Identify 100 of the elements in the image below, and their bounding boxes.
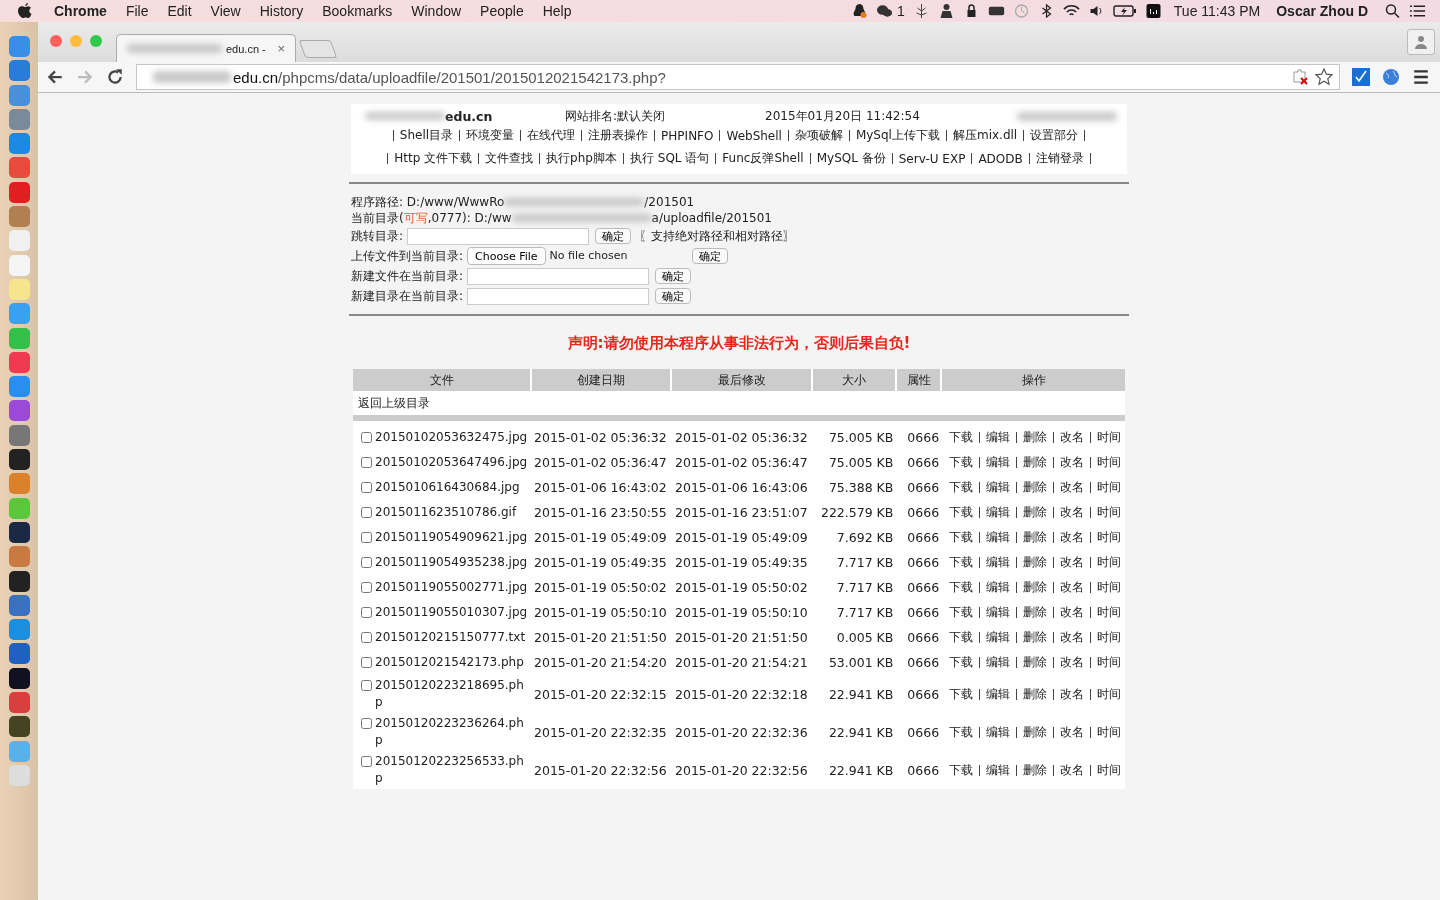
action-link[interactable]: 时间 <box>1097 761 1121 779</box>
action-link[interactable]: 删除 <box>1023 604 1047 621</box>
action-link[interactable]: 改名 <box>1060 429 1084 446</box>
browser-tab[interactable]: edu.cn - × <box>116 34 296 62</box>
nav-link[interactable]: 注册表操作 <box>588 127 649 144</box>
app-icon[interactable] <box>8 521 30 543</box>
action-link[interactable]: 改名 <box>1060 554 1084 571</box>
clock[interactable]: Tue 11:43 PM <box>1173 3 1261 19</box>
action-link[interactable]: 时间 <box>1097 654 1121 671</box>
action-link[interactable]: 编辑 <box>986 429 1010 446</box>
action-link[interactable]: 编辑 <box>986 579 1010 596</box>
action-link[interactable]: 删除 <box>1023 723 1047 741</box>
search-icon[interactable] <box>1384 3 1401 19</box>
nav-link[interactable]: 杂项破解 <box>794 127 843 144</box>
action-link[interactable]: 编辑 <box>986 761 1010 779</box>
nav-link[interactable]: MySQL 备份 <box>816 150 886 167</box>
action-link[interactable]: 时间 <box>1097 685 1121 703</box>
action-link[interactable]: 时间 <box>1097 629 1121 646</box>
action-link[interactable]: 删除 <box>1023 554 1047 571</box>
reload-icon[interactable] <box>106 68 124 86</box>
action-link[interactable]: 编辑 <box>986 685 1010 703</box>
penguin-icon[interactable] <box>851 3 868 19</box>
action-link[interactable]: 时间 <box>1097 604 1121 621</box>
action-link[interactable]: 编辑 <box>986 604 1010 621</box>
action-link[interactable]: 编辑 <box>986 454 1010 471</box>
address-bar[interactable]: edu.cn/phpcms/data/uploadfile/201501/2015012021542173.php? <box>136 64 1340 90</box>
action-link[interactable]: 时间 <box>1097 454 1121 471</box>
action-link[interactable]: 时间 <box>1097 554 1121 571</box>
app-icon[interactable] <box>8 667 30 689</box>
action-link[interactable]: 改名 <box>1060 529 1084 546</box>
row-checkbox[interactable] <box>361 582 372 593</box>
app-badge-icon[interactable] <box>1144 3 1162 19</box>
nav-link[interactable]: 注销登录 <box>1035 150 1084 167</box>
row-checkbox[interactable] <box>361 632 372 643</box>
apple-icon[interactable] <box>18 3 32 19</box>
action-link[interactable]: 下载 <box>949 629 973 646</box>
action-link[interactable]: 时间 <box>1097 479 1121 496</box>
row-checkbox[interactable] <box>361 557 372 568</box>
nav-link[interactable]: 文件查找 <box>485 150 534 167</box>
action-link[interactable]: 删除 <box>1023 454 1047 471</box>
action-link[interactable]: 改名 <box>1060 723 1084 741</box>
confirm-button[interactable]: 确定 <box>655 288 692 304</box>
action-link[interactable]: 下载 <box>949 761 973 779</box>
confirm-button[interactable]: 确定 <box>691 248 728 264</box>
nav-link[interactable]: PHPINFO <box>661 128 714 143</box>
action-link[interactable]: 改名 <box>1060 761 1084 779</box>
close-window-button[interactable] <box>50 35 62 47</box>
tab-close-button[interactable]: × <box>277 41 285 56</box>
action-link[interactable]: 改名 <box>1060 604 1084 621</box>
confirm-button[interactable]: 确定 <box>655 268 692 284</box>
battery-icon[interactable] <box>1112 3 1137 19</box>
chat-bubbles-icon[interactable] <box>876 3 893 19</box>
nav-link[interactable]: Shell目录 <box>399 127 454 144</box>
menu-item[interactable]: View <box>210 3 241 19</box>
row-checkbox[interactable] <box>361 482 372 493</box>
action-link[interactable]: 删除 <box>1023 685 1047 703</box>
row-checkbox[interactable] <box>361 756 372 767</box>
menu-item[interactable]: Help <box>542 3 572 19</box>
action-link[interactable]: 编辑 <box>986 723 1010 741</box>
row-checkbox[interactable] <box>361 507 372 518</box>
nav-link[interactable]: ADODB <box>978 151 1023 166</box>
nav-link[interactable]: WebShell <box>726 128 782 143</box>
nav-link[interactable]: 解压mix.dll <box>952 127 1018 144</box>
nav-link[interactable]: 环境变量 <box>466 127 515 144</box>
action-link[interactable]: 删除 <box>1023 529 1047 546</box>
app-icon[interactable] <box>8 716 30 738</box>
action-link[interactable]: 下载 <box>949 604 973 621</box>
user-name[interactable]: Oscar Zhou D <box>1276 3 1368 19</box>
action-link[interactable]: 改名 <box>1060 504 1084 521</box>
globe-icon[interactable] <box>1382 68 1400 86</box>
app-icon[interactable] <box>8 449 30 471</box>
action-link[interactable]: 删除 <box>1023 654 1047 671</box>
action-link[interactable]: 下载 <box>949 654 973 671</box>
action-link[interactable]: 改名 <box>1060 685 1084 703</box>
action-link[interactable]: 删除 <box>1023 579 1047 596</box>
nav-link[interactable]: 执行php脚本 <box>546 150 617 167</box>
action-link[interactable]: 下载 <box>949 454 973 471</box>
row-checkbox[interactable] <box>361 532 372 543</box>
choose-file-button[interactable]: Choose File <box>467 247 546 265</box>
action-link[interactable]: 时间 <box>1097 723 1121 741</box>
menu-icon[interactable] <box>1412 68 1430 86</box>
menu-item[interactable]: Window <box>411 3 462 19</box>
app-menu[interactable]: Chrome <box>54 3 107 19</box>
blocked-plugin-icon[interactable] <box>1291 68 1309 86</box>
input-field[interactable] <box>467 287 650 305</box>
menu-item[interactable]: People <box>480 3 524 19</box>
action-link[interactable]: 删除 <box>1023 479 1047 496</box>
nav-link[interactable]: 执行 SQL 语句 <box>629 150 710 167</box>
row-checkbox[interactable] <box>361 457 372 468</box>
nav-link[interactable]: Http 文件下载 <box>394 150 473 167</box>
action-link[interactable]: 下载 <box>949 529 973 546</box>
checkmark-icon[interactable] <box>1352 68 1370 86</box>
input-field[interactable] <box>467 267 650 285</box>
action-link[interactable]: 改名 <box>1060 479 1084 496</box>
parent-directory-link[interactable]: 返回上级目录 <box>358 396 430 410</box>
action-link[interactable]: 时间 <box>1097 429 1121 446</box>
row-checkbox[interactable] <box>361 680 372 691</box>
row-checkbox[interactable] <box>361 657 372 668</box>
action-link[interactable]: 删除 <box>1023 761 1047 779</box>
menu-item[interactable]: History <box>259 3 304 19</box>
